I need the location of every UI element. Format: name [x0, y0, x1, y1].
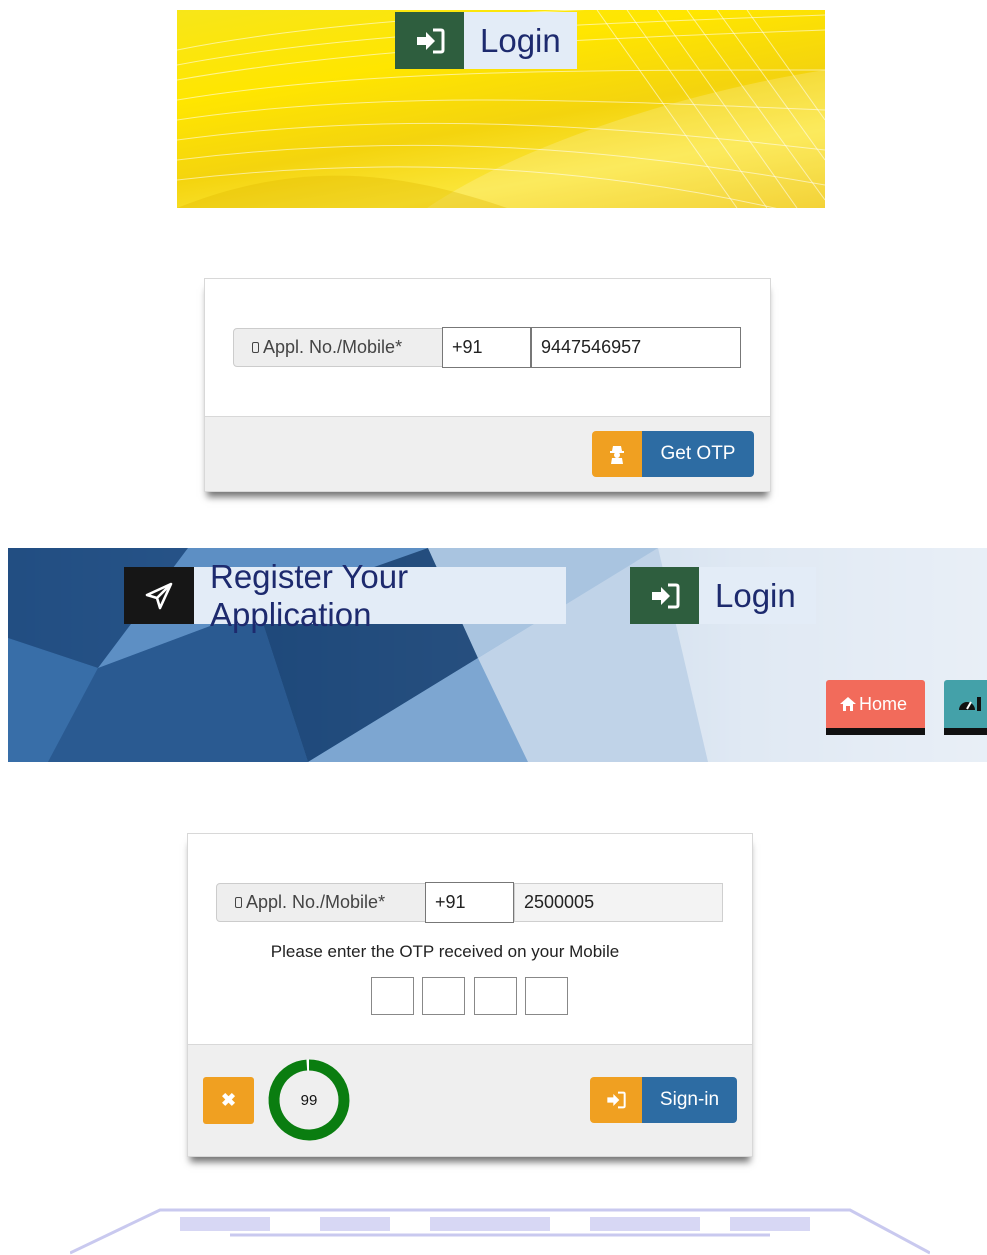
timer-value: 99 — [300, 1091, 318, 1109]
sign-in-label: Sign-in — [642, 1077, 737, 1123]
register-heading-label: Register Your Application — [194, 558, 566, 633]
mobile-number-readonly: 2500005 — [514, 883, 723, 922]
appl-mobile-label-2: Appl. No./Mobile* — [216, 883, 426, 922]
appl-mobile-label: Appl. No./Mobile* — [233, 328, 443, 367]
login-heading-2[interactable]: Login — [630, 567, 816, 624]
login-heading[interactable]: Login — [395, 12, 577, 69]
login-heading-2-label: Login — [699, 567, 816, 624]
background-watermark — [70, 1208, 930, 1255]
get-otp-label: Get OTP — [642, 431, 754, 477]
dashboard-label-cutoff — [977, 697, 981, 711]
sign-in-button[interactable]: Sign-in — [590, 1077, 737, 1123]
sign-in-icon — [630, 567, 699, 624]
otp-prompt: Please enter the OTP received on your Mo… — [270, 942, 620, 961]
mobile-phone-icon — [252, 342, 259, 353]
get-otp-button[interactable]: Get OTP — [592, 431, 754, 477]
paper-plane-icon — [124, 567, 194, 624]
nav-home-button[interactable]: Home — [826, 680, 925, 728]
otp-digit-2[interactable] — [422, 977, 465, 1015]
close-icon: ✖ — [220, 1090, 237, 1110]
country-code-input-2[interactable]: +91 — [425, 882, 514, 923]
mobile-number-input[interactable]: 9447546957 — [531, 327, 741, 368]
sign-in-icon — [590, 1077, 642, 1123]
home-icon — [840, 697, 856, 711]
otp-digit-1[interactable] — [371, 977, 414, 1015]
cancel-button[interactable]: ✖ — [203, 1077, 254, 1124]
sign-in-icon — [395, 12, 464, 69]
nav-dashboard-button[interactable] — [944, 680, 987, 728]
mobile-phone-icon — [235, 897, 242, 908]
login-heading-label: Login — [464, 12, 577, 69]
otp-digit-4[interactable] — [525, 977, 568, 1015]
otp-digit-3[interactable] — [474, 977, 517, 1015]
register-heading[interactable]: Register Your Application — [124, 558, 566, 633]
user-secret-icon — [592, 431, 642, 477]
dashboard-icon — [958, 697, 976, 711]
country-code-input[interactable]: +91 — [442, 327, 531, 368]
